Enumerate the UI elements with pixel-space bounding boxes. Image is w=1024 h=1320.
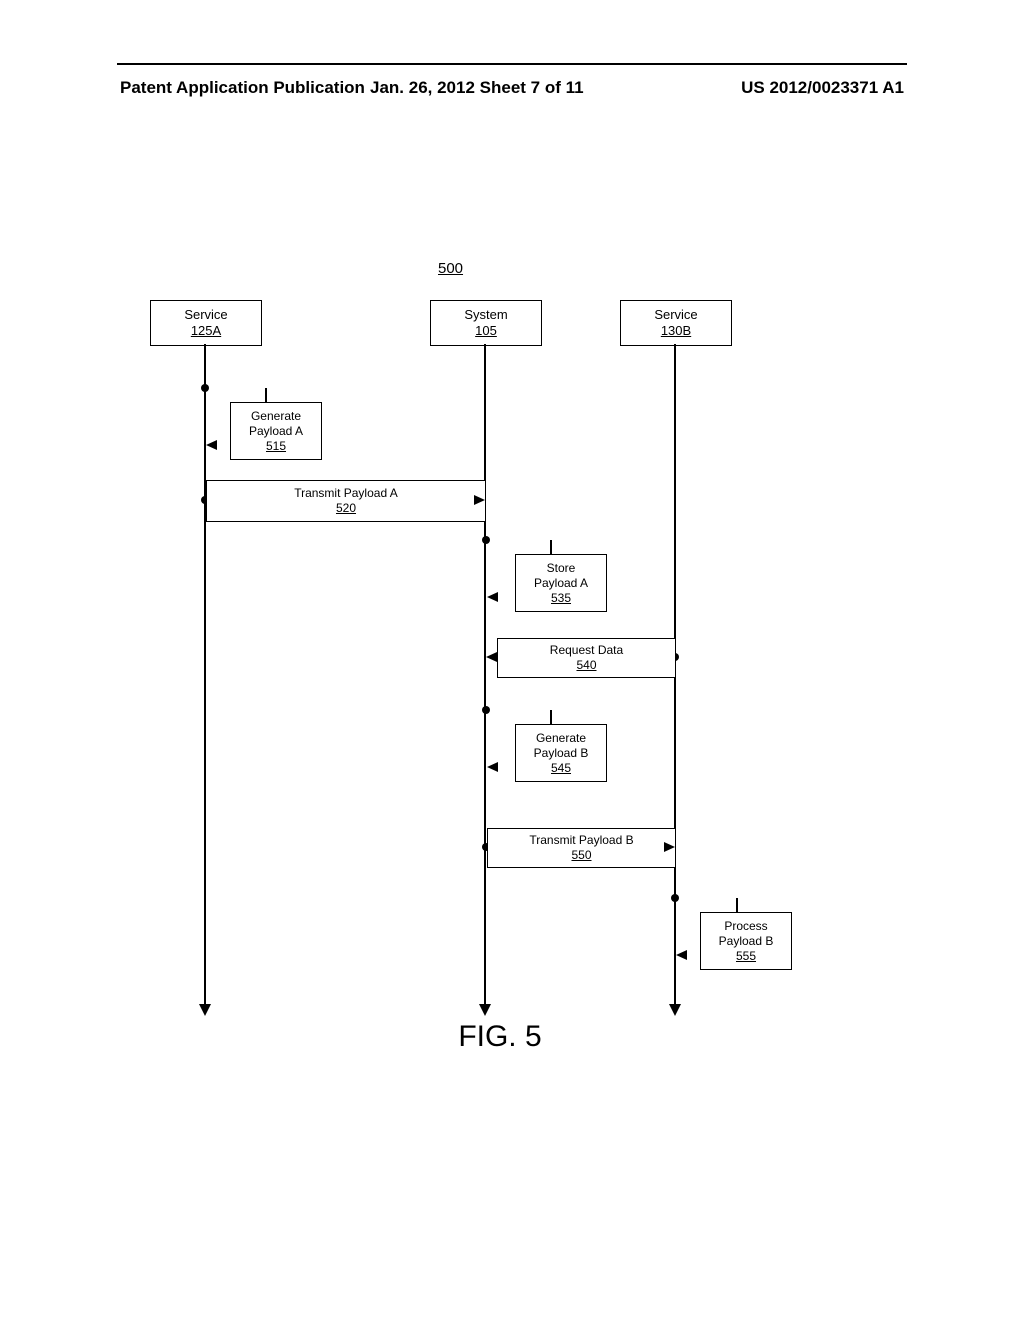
step-ref: 515 [266,439,286,454]
step-label: Store [547,561,576,576]
step-ref: 555 [736,949,756,964]
lifeline-ref: 105 [475,323,497,338]
header-rule [117,63,907,65]
step-label: Payload B [534,746,589,761]
diagram-ref: 500 [438,260,463,277]
connector-line [550,540,552,554]
header-mid: Jan. 26, 2012 Sheet 7 of 11 [370,78,584,98]
step-label: Generate [536,731,586,746]
arrow-left-icon [487,762,498,772]
step-label: Payload B [719,934,774,949]
arrow-left-icon [486,652,497,662]
header-left: Patent Application Publication [120,78,365,98]
lifeline-title: Service [184,308,227,322]
arrow-right-icon [474,495,485,505]
connector-dot-icon [671,894,679,902]
step-label: Generate [251,409,301,424]
header-right: US 2012/0023371 A1 [741,78,904,98]
step-label: Request Data [550,643,623,658]
step-label: Transmit Payload A [294,486,398,501]
lifeline-ref: 130B [661,323,691,338]
step-process-payload-b: Process Payload B 555 [700,912,792,970]
arrow-down-icon [479,1004,491,1016]
connector-line [265,388,267,402]
connector-dot-icon [201,384,209,392]
step-request-data: Request Data 540 [497,638,676,678]
step-ref: 520 [336,501,356,516]
step-ref: 545 [551,761,571,776]
lifeline-ref: 125A [191,323,221,338]
lifeline-title: System [464,308,507,322]
sequence-diagram: 500 Service 125A System 105 Service 130B… [120,260,880,1050]
arrow-left-icon [487,592,498,602]
step-transmit-payload-a: Transmit Payload A 520 [206,480,486,522]
step-store-payload-a: Store Payload A 535 [515,554,607,612]
arrow-right-icon [664,842,675,852]
connector-dot-icon [482,706,490,714]
step-label: Process [724,919,767,934]
arrow-down-icon [669,1004,681,1016]
lifeline-box-system-105: System 105 [430,300,542,346]
step-label: Transmit Payload B [529,833,633,848]
lifeline-title: Service [654,308,697,322]
figure-label: FIG. 5 [120,1020,880,1054]
lifeline-line-105 [484,344,486,1004]
connector-line [550,710,552,724]
step-ref: 535 [551,591,571,606]
connector-line [736,898,738,912]
step-ref: 550 [571,848,591,863]
page: Patent Application Publication Jan. 26, … [0,0,1024,1320]
lifeline-box-service-130b: Service 130B [620,300,732,346]
lifeline-box-service-125a: Service 125A [150,300,262,346]
step-ref: 540 [576,658,596,673]
arrow-down-icon [199,1004,211,1016]
step-generate-payload-a: Generate Payload A 515 [230,402,322,460]
arrow-left-icon [206,440,217,450]
step-generate-payload-b: Generate Payload B 545 [515,724,607,782]
step-transmit-payload-b: Transmit Payload B 550 [487,828,676,868]
connector-dot-icon [482,536,490,544]
step-label: Payload A [249,424,303,439]
arrow-left-icon [676,950,687,960]
step-label: Payload A [534,576,588,591]
